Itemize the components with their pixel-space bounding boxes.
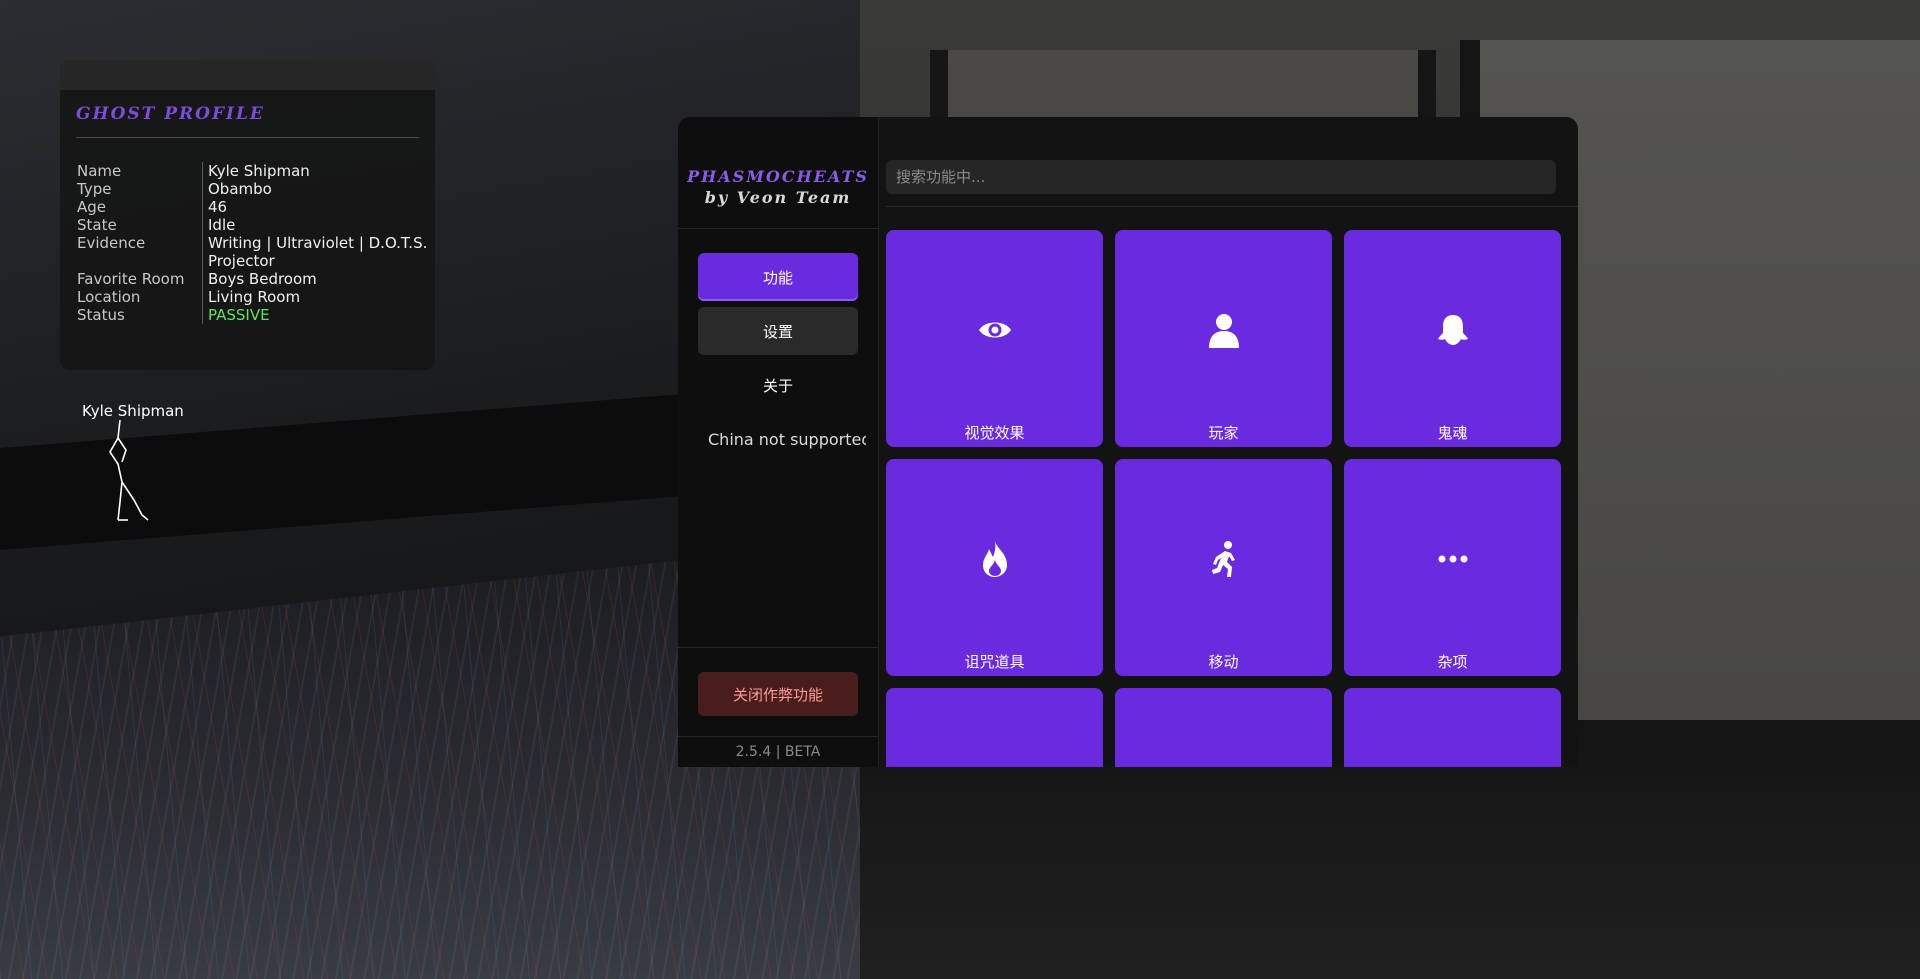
tile-label: 诅咒道具 [964, 653, 1025, 671]
tile-ghost[interactable]: 鬼魂 [1344, 230, 1561, 447]
tile-label: 鬼魂 [1437, 424, 1468, 442]
table-row: Favorite Room Boys Bedroom [74, 270, 431, 288]
field-key: Name [74, 162, 203, 180]
field-key: Type [74, 180, 203, 198]
field-key: State [74, 216, 203, 234]
tile-extra-1[interactable] [886, 688, 1103, 767]
game-scene: GHOST PROFILE Name Kyle Shipman Type Oba… [0, 0, 1920, 979]
field-key: Age [74, 198, 203, 216]
ghost-profile-title: GHOST PROFILE [76, 104, 265, 124]
field-key: Evidence [74, 234, 203, 270]
field-key: Status [74, 306, 203, 324]
search-input[interactable] [886, 160, 1556, 194]
divider [678, 647, 878, 648]
running-icon [1115, 539, 1332, 579]
ghost-esp-label: Kyle Shipman [82, 402, 184, 420]
field-value: Boys Bedroom [208, 270, 317, 288]
brand-title: PHASMOCHEATS [687, 167, 869, 186]
disable-cheats-button[interactable]: 关闭作弊功能 [698, 672, 858, 716]
version-label: 2.5.4 | BETA [735, 744, 821, 760]
divider [678, 736, 878, 737]
table-row: Age 46 [74, 198, 431, 216]
divider [76, 137, 419, 138]
tile-label: 移动 [1208, 653, 1239, 671]
field-value: Living Room [208, 288, 301, 306]
tile-player[interactable]: 玩家 [1115, 230, 1332, 447]
tile-extra-3[interactable] [1344, 688, 1561, 767]
ellipsis-icon [1344, 539, 1561, 579]
table-row: Type Obambo [74, 180, 431, 198]
nav-about[interactable]: 关于 [698, 361, 858, 409]
field-key: Favorite Room [74, 270, 203, 288]
field-key: Location [74, 288, 203, 306]
ghost-info-table: Name Kyle Shipman Type Obambo Age 46 Sta… [74, 162, 431, 324]
user-icon [1115, 310, 1332, 350]
fire-icon [886, 539, 1103, 579]
table-row: Status PASSIVE [74, 306, 431, 324]
tile-movement[interactable]: 移动 [1115, 459, 1332, 676]
field-value: Obambo [208, 180, 272, 198]
tile-label: 玩家 [1208, 424, 1239, 442]
tile-label: 视觉效果 [964, 424, 1025, 442]
table-row: Name Kyle Shipman [74, 162, 431, 180]
sidebar: PHASMOCHEATS by Veon Team 功能 设置 关于 China… [678, 117, 879, 767]
region-note: China not supported [708, 430, 866, 449]
tile-label: 杂项 [1437, 653, 1468, 671]
status-value: PASSIVE [208, 306, 270, 324]
panel-drag-bar[interactable] [60, 60, 435, 90]
tile-visuals[interactable]: 视觉效果 [886, 230, 1103, 447]
feature-grid: 视觉效果 玩家 鬼魂 诅咒道具 移动 杂项 [886, 230, 1566, 767]
nav-features[interactable]: 功能 [698, 253, 858, 301]
field-value: Writing | Ultraviolet | D.O.T.S. Project… [208, 234, 428, 270]
eye-icon [886, 310, 1103, 350]
tile-extra-2[interactable] [1115, 688, 1332, 767]
table-row: Location Living Room [74, 288, 431, 306]
divider [678, 228, 878, 229]
brand-subtitle: by Veon Team [704, 188, 852, 207]
tile-misc[interactable]: 杂项 [1344, 459, 1561, 676]
cheat-menu-window: PHASMOCHEATS by Veon Team 功能 设置 关于 China… [678, 117, 1578, 767]
field-value: Kyle Shipman [208, 162, 310, 180]
field-value: 46 [208, 198, 228, 216]
ghost-skeleton-icon [109, 420, 149, 521]
ghost-profile-panel: GHOST PROFILE Name Kyle Shipman Type Oba… [60, 60, 435, 370]
nav-settings[interactable]: 设置 [698, 307, 858, 355]
table-row: Evidence Writing | Ultraviolet | D.O.T.S… [74, 234, 431, 270]
divider [886, 206, 1578, 207]
tile-cursed-items[interactable]: 诅咒道具 [886, 459, 1103, 676]
table-row: State Idle [74, 216, 431, 234]
field-value: Idle [208, 216, 236, 234]
ghost-icon [1344, 310, 1561, 350]
brand-logo: PHASMOCHEATS by Veon Team [678, 167, 878, 207]
